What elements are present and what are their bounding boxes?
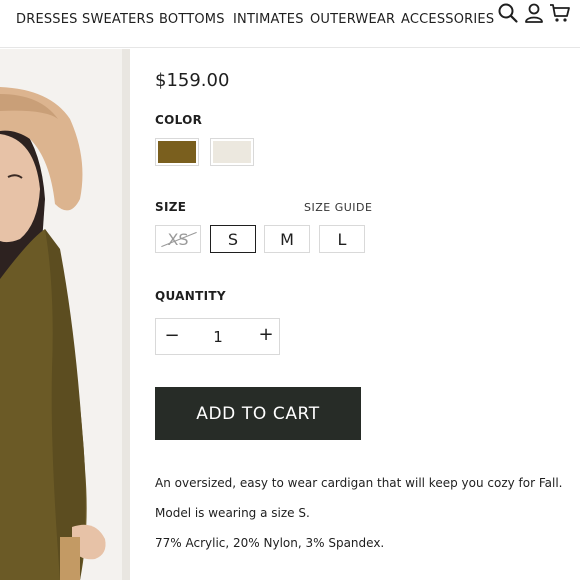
nav-item-bottoms[interactable]: BOTTOMS [159,12,225,27]
size-option-label: M [280,229,294,249]
add-to-cart-button[interactable]: ADD TO CART [155,387,361,440]
size-label: SIZE [155,200,187,214]
size-option-s[interactable]: S [210,225,256,253]
size-option-xs[interactable]: XS [155,225,201,253]
color-swatch-cream[interactable] [210,138,254,166]
nav-item-sweaters[interactable]: SWEATERS [82,12,154,27]
nav-item-dresses[interactable]: DRESSES [16,12,78,27]
account-icon[interactable] [523,2,545,24]
quantity-label: QUANTITY [155,289,226,303]
top-nav: DRESSES SWEATERS BOTTOMS INTIMATES OUTER… [0,0,580,48]
color-label: COLOR [155,113,203,127]
product-image [0,49,130,580]
size-option-l[interactable]: L [319,225,365,253]
product-price: $159.00 [155,70,230,91]
cart-icon[interactable] [549,2,571,24]
swatch-fill [158,141,196,163]
quantity-value[interactable]: 1 [208,328,228,346]
size-guide-link[interactable]: SIZE GUIDE [304,201,372,214]
size-option-label: L [337,229,347,249]
nav-item-outerwear[interactable]: OUTERWEAR [310,12,395,27]
search-icon[interactable] [497,2,519,24]
increase-quantity-button[interactable]: + [258,324,274,345]
model-size-note: Model is wearing a size S. [155,506,310,520]
nav-item-intimates[interactable]: INTIMATES [233,12,304,27]
product-description: An oversized, easy to wear cardigan that… [155,476,563,490]
color-swatch-olive[interactable] [155,138,199,166]
size-option-m[interactable]: M [264,225,310,253]
swatch-fill [213,141,251,163]
quantity-stepper: − 1 + [155,318,280,355]
size-option-label: S [227,229,239,249]
fabric-composition: 77% Acrylic, 20% Nylon, 3% Spandex. [155,536,385,550]
decrease-quantity-button[interactable]: − [164,325,180,346]
nav-item-accessories[interactable]: ACCESSORIES [401,12,494,27]
